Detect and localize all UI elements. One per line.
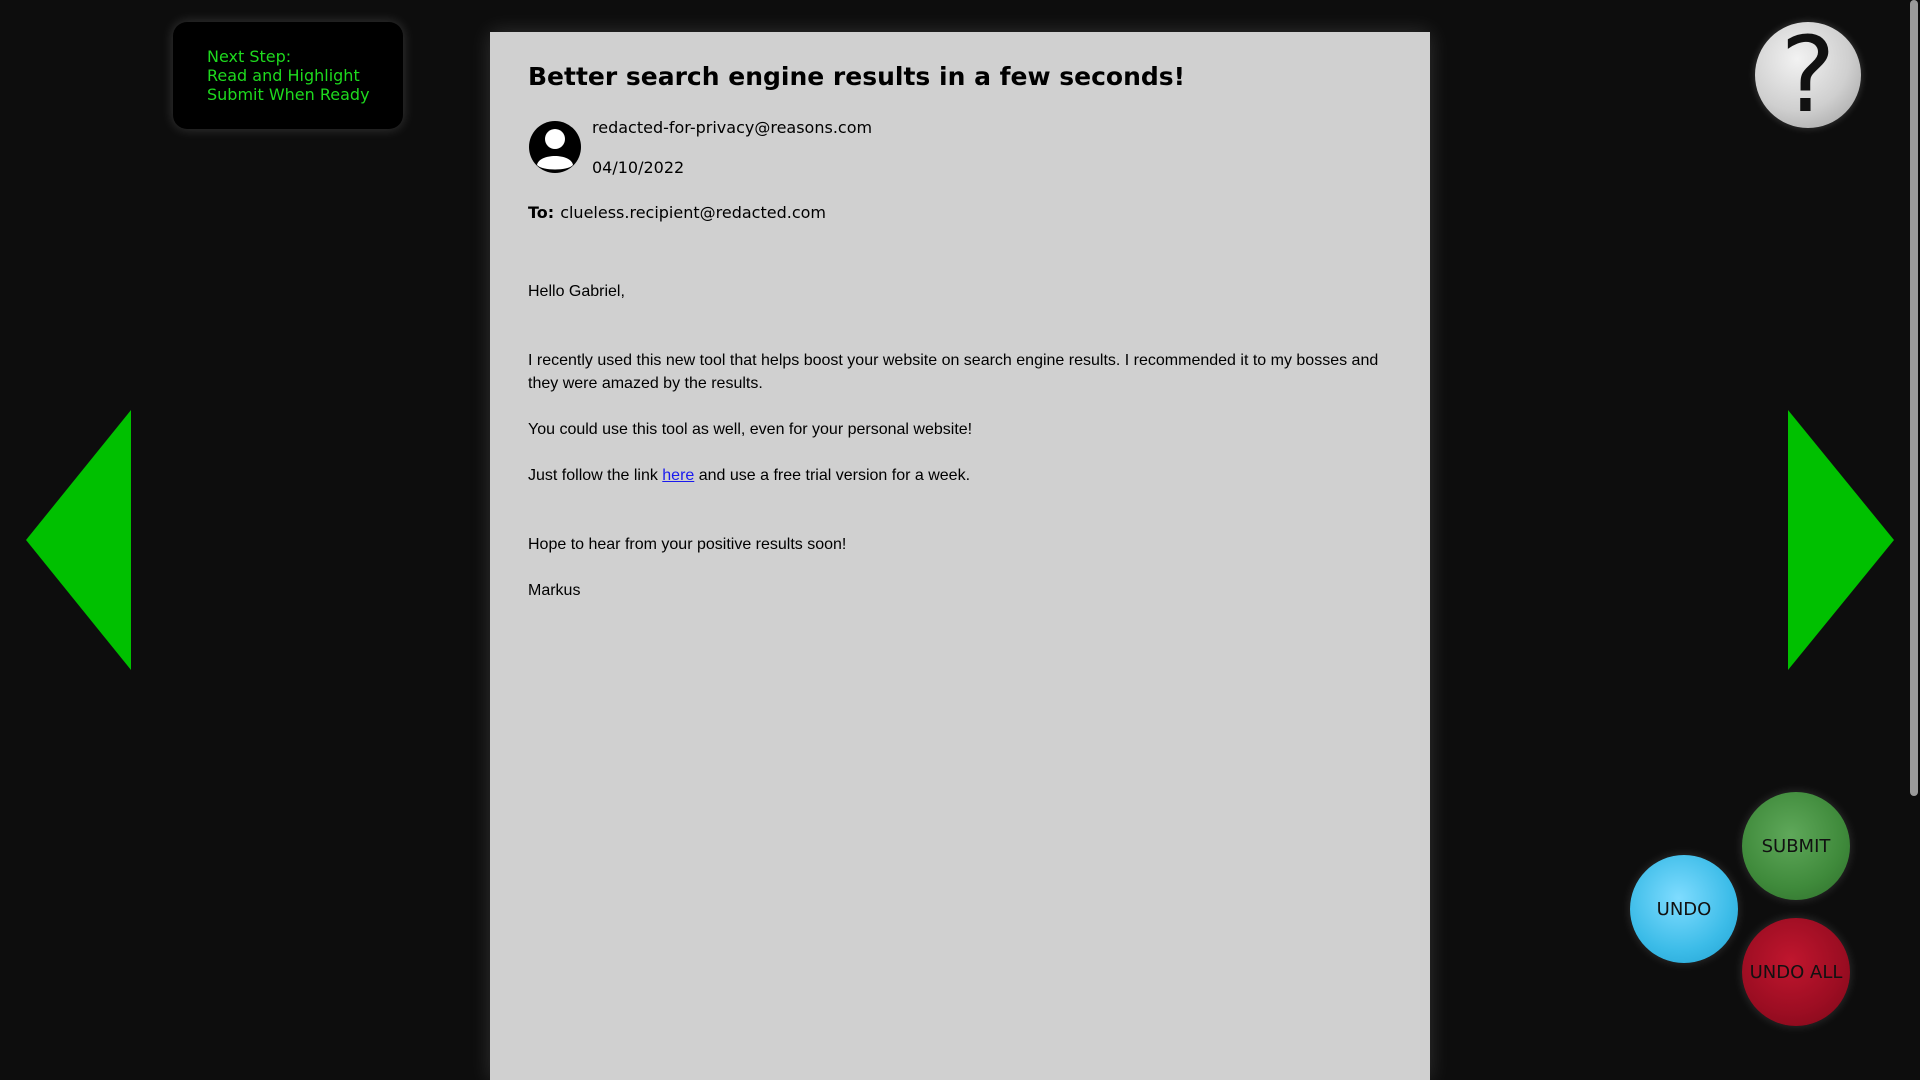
undo-all-label: UNDO ALL — [1749, 961, 1843, 983]
email-greeting[interactable]: Hello Gabriel, — [528, 280, 1388, 303]
email-paragraph-3[interactable]: Just follow the link here and use a free… — [528, 464, 1388, 487]
email-paragraph-2[interactable]: You could use this tool as well, even fo… — [528, 418, 1388, 441]
next-step-instruction-2: Submit When Ready — [207, 85, 370, 104]
paragraph-3-text-after[interactable]: and use a free trial version for a week. — [694, 467, 970, 484]
phishing-training-screen: Next Step: Read and Highlight Submit Whe… — [0, 0, 1920, 1080]
email-paragraph-1[interactable]: I recently used this new tool that helps… — [528, 349, 1388, 395]
email-closing[interactable]: Hope to hear from your positive results … — [528, 533, 1388, 556]
email-link-here[interactable]: here — [662, 467, 694, 484]
email-recipient[interactable]: clueless.recipient@redacted.com — [560, 203, 826, 222]
email-sender[interactable]: redacted-for-privacy@reasons.com — [592, 118, 872, 137]
email-panel: Better search engine results in a few se… — [490, 32, 1430, 1080]
user-avatar-icon — [529, 121, 581, 173]
undo-all-button[interactable]: UNDO ALL — [1742, 918, 1850, 1026]
email-subject[interactable]: Better search engine results in a few se… — [528, 62, 1185, 91]
vertical-scrollbar[interactable] — [1908, 0, 1920, 1080]
scrollbar-thumb[interactable] — [1910, 0, 1918, 796]
submit-label: SUBMIT — [1761, 835, 1831, 857]
email-recipient-line: To: clueless.recipient@redacted.com — [528, 203, 826, 222]
next-step-instruction-1: Read and Highlight — [207, 66, 360, 85]
email-date[interactable]: 04/10/2022 — [592, 158, 684, 177]
submit-button[interactable]: SUBMIT — [1742, 792, 1850, 900]
arrow-left-icon[interactable] — [26, 410, 132, 670]
email-signature[interactable]: Markus — [528, 579, 1388, 602]
undo-button[interactable]: UNDO — [1630, 855, 1738, 963]
email-body: Hello Gabriel, I recently used this new … — [528, 280, 1388, 602]
next-step-title: Next Step: — [207, 47, 292, 66]
arrow-right-icon[interactable] — [1788, 410, 1894, 670]
to-label: To: — [528, 203, 555, 222]
help-button[interactable]: ? — [1755, 22, 1861, 128]
help-icon: ? — [1780, 14, 1836, 136]
undo-label: UNDO — [1656, 898, 1712, 920]
next-step-panel: Next Step: Read and Highlight Submit Whe… — [173, 22, 403, 129]
paragraph-3-text-before[interactable]: Just follow the link — [528, 467, 662, 484]
